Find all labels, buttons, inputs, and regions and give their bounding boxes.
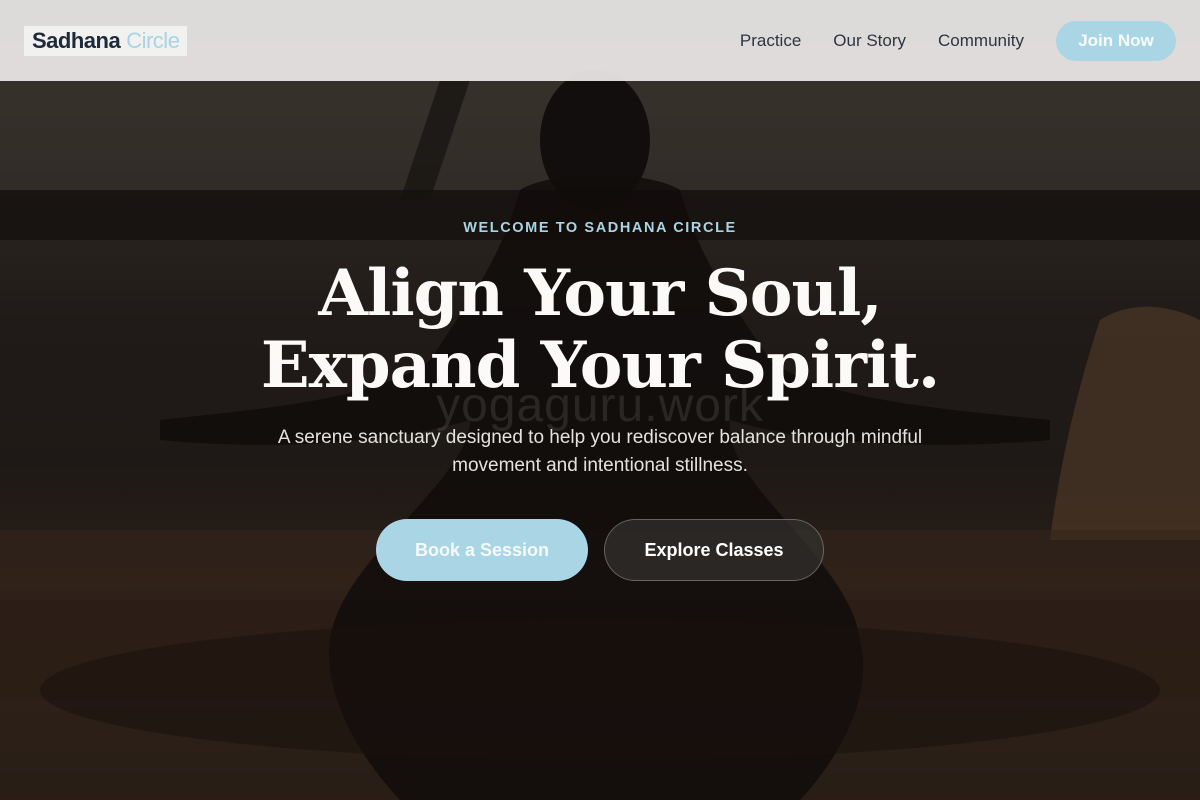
- nav-link-community[interactable]: Community: [938, 31, 1024, 51]
- logo-primary-text: Sadhana: [32, 27, 121, 53]
- hero-section: WELCOME TO SADHANA CIRCLE Align Your Sou…: [0, 0, 1200, 800]
- book-session-button[interactable]: Book a Session: [376, 519, 588, 581]
- nav-link-practice[interactable]: Practice: [740, 31, 801, 51]
- hero-subtitle: A serene sanctuary designed to help you …: [277, 427, 923, 476]
- hero-title-line-1: Align Your Soul,: [318, 256, 882, 331]
- main-nav: Practice Our Story Community Join Now: [740, 20, 1176, 61]
- site-logo[interactable]: Sadhana Circle: [24, 25, 188, 56]
- logo-accent-text: Circle: [126, 27, 180, 53]
- explore-classes-button[interactable]: Explore Classes: [604, 519, 824, 581]
- site-header: Sadhana Circle Practice Our Story Commun…: [0, 0, 1200, 81]
- join-now-button[interactable]: Join Now: [1056, 20, 1176, 61]
- hero-eyebrow: WELCOME TO SADHANA CIRCLE: [463, 220, 737, 236]
- nav-link-our-story[interactable]: Our Story: [833, 31, 906, 51]
